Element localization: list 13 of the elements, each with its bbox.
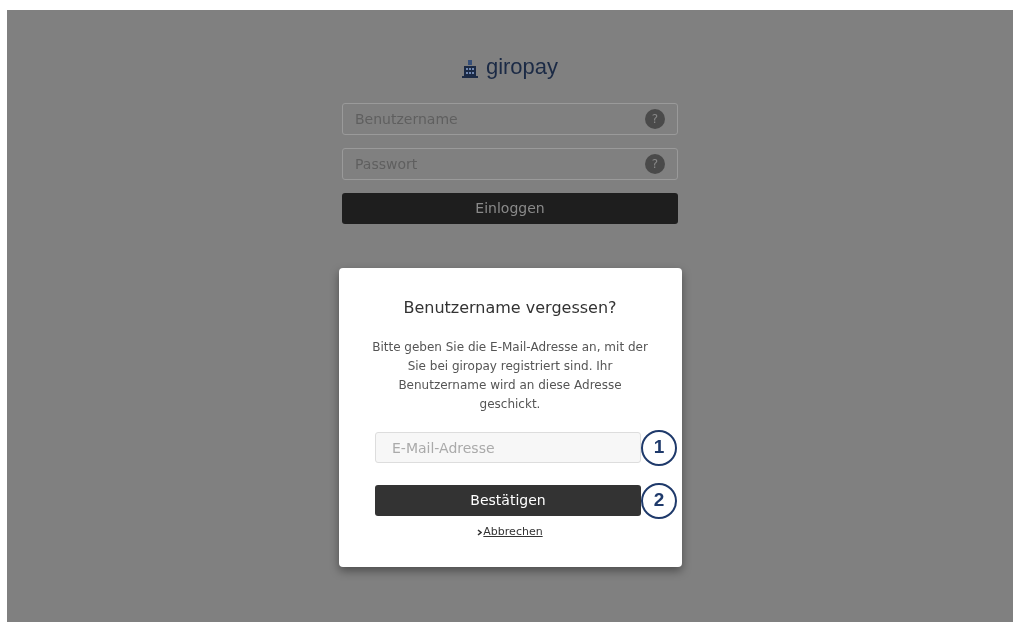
cancel-link[interactable]: Abbrechen (477, 524, 543, 541)
callout-number: 1 (641, 429, 677, 466)
confirm-button[interactable]: Bestätigen (375, 485, 641, 516)
dialog-title: Benutzername vergessen? (403, 297, 617, 319)
email-field[interactable]: E-Mail-Adresse (375, 432, 641, 463)
chevron-icon (477, 528, 483, 536)
login-button[interactable]: Einloggen (342, 193, 678, 224)
logo-icon (461, 60, 478, 78)
logo-text: giropay (485, 56, 559, 78)
help-icon[interactable]: ? (645, 109, 665, 129)
help-icon[interactable]: ? (645, 154, 665, 174)
dialog-text: Bitte geben Sie die E-Mail-Adresse an, mit der Sie bei giropay registriert sind. Ihr Benutzername wird an diese Adresse geschickt. (371, 339, 649, 413)
callout-number: 2 (641, 482, 677, 519)
